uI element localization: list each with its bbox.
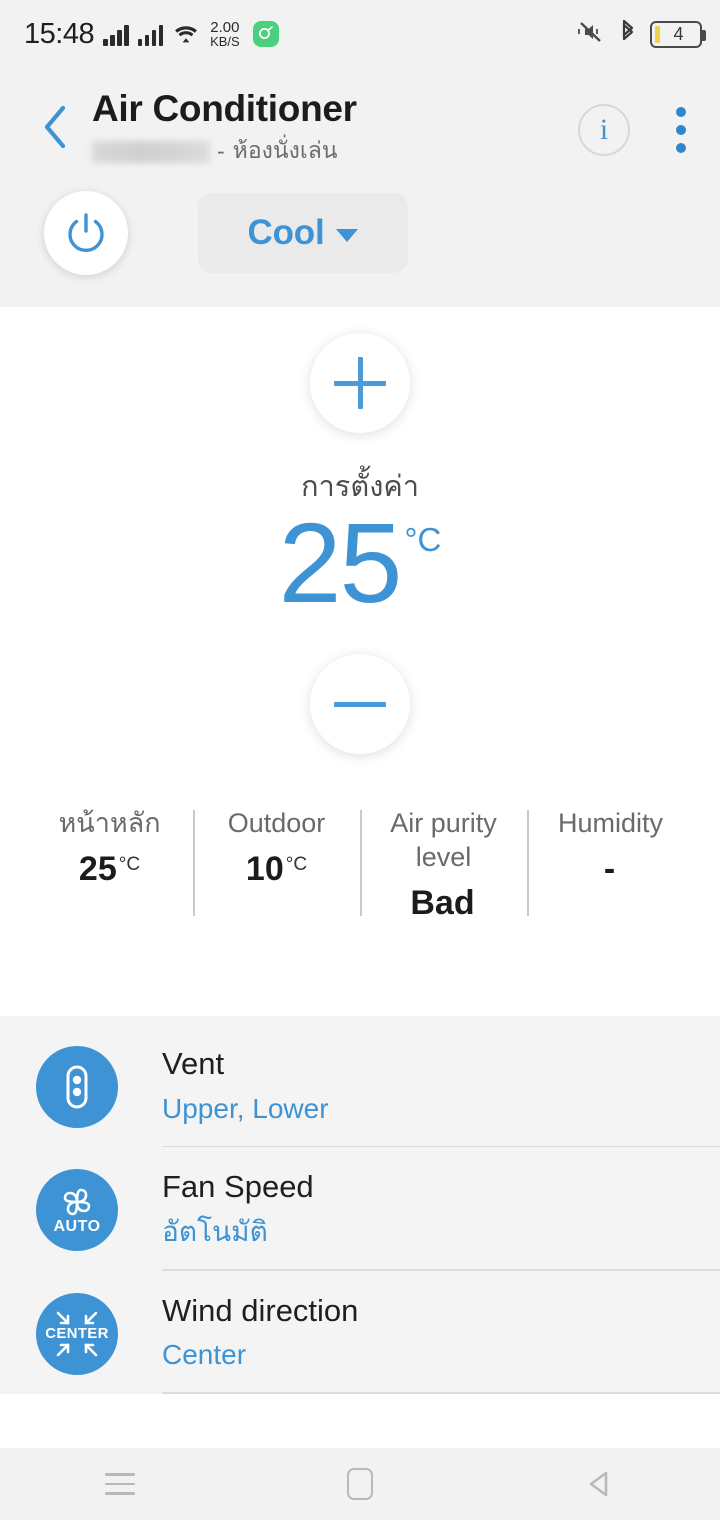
app-badge-icon — [252, 21, 279, 47]
header-subtitle: - ห้องนั่งเล่น — [92, 133, 578, 169]
power-icon — [68, 213, 104, 253]
option-text-fan-speed: Fan Speed อัตโนมัติ — [162, 1169, 720, 1271]
page-title: Air Conditioner — [92, 88, 357, 129]
chevron-left-icon — [44, 105, 66, 149]
option-row-wind-direction[interactable]: CENTER Wind direction Center — [0, 1271, 720, 1394]
bluetooth-icon — [618, 18, 638, 51]
android-navigation-bar — [0, 1448, 720, 1520]
stat-item: หน้าหลัก 25 °C — [26, 806, 193, 920]
recents-button[interactable] — [60, 1448, 180, 1520]
home-square-icon — [347, 1468, 373, 1500]
stat-value: Bad — [410, 886, 476, 920]
overflow-menu-button[interactable] — [664, 104, 698, 156]
vent-icon — [36, 1046, 118, 1129]
mute-icon — [576, 18, 606, 51]
status-bar-left: 15:48 2.00 KB/S — [24, 18, 279, 51]
wifi-icon — [172, 22, 200, 46]
stat-number: - — [603, 850, 616, 889]
stat-item: Air purity level Bad — [360, 806, 527, 920]
wind-direction-icon: CENTER — [36, 1292, 118, 1375]
status-bar: 15:48 2.00 KB/S 4 — [0, 0, 720, 68]
minus-icon — [334, 678, 386, 730]
stat-number: 25 — [78, 850, 117, 889]
temperature-decrease-button[interactable] — [310, 654, 410, 755]
fan-icon: AUTO — [36, 1169, 118, 1252]
temperature-decrease-wrapper — [0, 654, 720, 755]
signal-bars-sim1-icon — [103, 22, 129, 46]
info-button[interactable]: i — [578, 104, 630, 156]
set-temperature-number: 25 — [278, 500, 403, 627]
network-speed: 2.00 KB/S — [210, 20, 240, 48]
stat-label: หน้าหลัก — [58, 808, 161, 839]
option-row-vent[interactable]: Vent Upper, Lower — [0, 1024, 720, 1148]
battery-icon: 4 — [650, 20, 706, 48]
kebab-dot — [676, 143, 686, 153]
stat-label: Humidity — [557, 808, 664, 839]
power-button[interactable] — [44, 191, 128, 276]
set-temperature-value: 25 °C — [0, 507, 720, 620]
option-text-wind-direction: Wind direction Center — [162, 1293, 720, 1394]
stat-value: - — [604, 852, 617, 886]
battery-level: 4 — [673, 23, 684, 44]
stat-value: 25 °C — [79, 852, 140, 886]
set-temperature-unit: °C — [404, 521, 442, 559]
back-triangle-icon — [589, 1471, 608, 1497]
option-title: Wind direction — [162, 1292, 359, 1328]
header-actions: i — [578, 104, 698, 156]
stat-label: Air purity level — [390, 808, 497, 873]
wind-center-badge: CENTER — [45, 1325, 109, 1342]
temperature-increase-button[interactable] — [310, 333, 410, 434]
chevron-down-icon — [336, 229, 359, 243]
status-bar-right: 4 — [576, 18, 706, 51]
subtitle-room: ห้องนั่งเล่น — [232, 137, 338, 164]
stat-unit: °C — [118, 854, 141, 876]
menu-icon — [105, 1473, 135, 1495]
signal-bars-sim2-icon — [137, 22, 164, 46]
option-value: Upper, Lower — [162, 1092, 329, 1124]
temperature-panel: การตั้งค่า 25 °C หน้าหลัก 25 °C Outdoor … — [0, 307, 720, 921]
power-mode-row: Cool — [0, 169, 720, 308]
stat-label: Outdoor — [227, 808, 326, 839]
back-button[interactable] — [28, 100, 82, 154]
stat-item: Outdoor 10 °C — [193, 806, 360, 920]
option-value: อัตโนมัติ — [162, 1215, 268, 1247]
back-button-nav[interactable] — [540, 1448, 660, 1520]
kebab-dot — [676, 107, 686, 117]
device-name-redacted — [92, 141, 210, 164]
option-value: Center — [162, 1339, 247, 1371]
stat-number: Bad — [410, 884, 475, 923]
network-speed-unit: KB/S — [210, 34, 240, 49]
info-icon: i — [599, 113, 609, 146]
app-header: Air Conditioner - ห้องนั่งเล่น i Cool — [0, 68, 720, 308]
fan-auto-badge: AUTO — [53, 1217, 101, 1235]
header-top-row: Air Conditioner - ห้องนั่งเล่น i — [0, 68, 720, 169]
stats-row: หน้าหลัก 25 °C Outdoor 10 °C Air purity … — [0, 806, 720, 920]
stat-value: 10 °C — [246, 852, 307, 886]
option-title: Vent — [162, 1046, 225, 1082]
option-text-vent: Vent Upper, Lower — [162, 1046, 720, 1148]
stat-unit: °C — [285, 854, 308, 876]
option-row-fan-speed[interactable]: AUTO Fan Speed อัตโนมัติ — [0, 1147, 720, 1271]
kebab-dot — [676, 125, 686, 135]
home-button[interactable] — [300, 1448, 420, 1520]
mode-label: Cool — [247, 213, 325, 253]
stat-item: Humidity - — [527, 806, 694, 920]
plus-icon — [334, 357, 386, 410]
option-title: Fan Speed — [162, 1169, 314, 1205]
mode-selector-button[interactable]: Cool — [198, 193, 408, 274]
option-list: Vent Upper, Lower AUTO Fan Speed อัตโนมั… — [0, 1016, 720, 1394]
stat-number: 10 — [245, 850, 284, 889]
status-time: 15:48 — [24, 17, 95, 50]
subtitle-separator: - — [217, 137, 225, 164]
header-titles: Air Conditioner - ห้องนั่งเล่น — [92, 82, 578, 169]
network-speed-value: 2.00 — [210, 19, 240, 36]
